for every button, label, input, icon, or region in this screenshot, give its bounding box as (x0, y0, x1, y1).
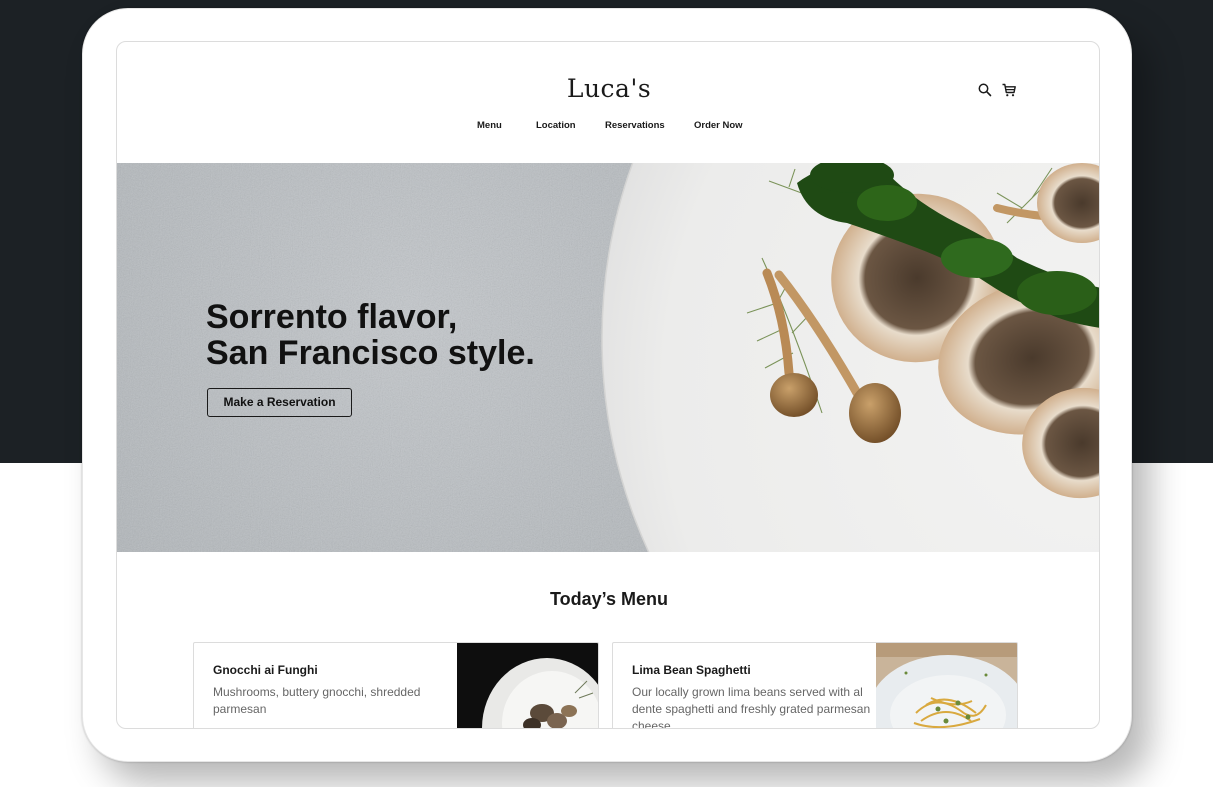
menu-item-description: Our locally grown lima beans served with… (632, 685, 871, 729)
cart-icon[interactable] (1001, 82, 1017, 98)
website-screen: Luca's Menu Location Reservations Order … (116, 41, 1100, 729)
hero-banner: Sorrento flavor, San Francisco style. Ma… (117, 163, 1099, 552)
search-icon[interactable] (977, 82, 993, 98)
menu-card-lima-bean-spaghetti[interactable]: Lima Bean Spaghetti Our locally grown li… (612, 642, 1018, 729)
hero-headline-line-2: San Francisco style. (206, 334, 535, 372)
site-logo[interactable]: Luca's (117, 74, 1099, 103)
spaghetti-dish-image (876, 643, 1017, 728)
nav-order-now[interactable]: Order Now (694, 120, 743, 131)
menu-item-name: Lima Bean Spaghetti (632, 663, 751, 677)
hero-headline: Sorrento flavor, San Francisco style. (206, 299, 626, 371)
main-nav: Menu Location Reservations Order Now (117, 120, 1099, 134)
gnocchi-dish-image (457, 643, 598, 728)
menu-item-description: Mushrooms, buttery gnocchi, shredded par… (213, 685, 421, 716)
nav-location[interactable]: Location (536, 120, 576, 131)
nav-reservations[interactable]: Reservations (605, 120, 665, 131)
menu-section-title: Today’s Menu (549, 589, 668, 609)
make-reservation-button[interactable]: Make a Reservation (207, 388, 352, 417)
menu-item-name: Gnocchi ai Funghi (213, 663, 318, 677)
hero-headline-line-1: Sorrento flavor, (206, 298, 458, 336)
nav-menu[interactable]: Menu (477, 120, 502, 131)
menu-card-gnocchi[interactable]: Gnocchi ai Funghi Mushrooms, buttery gno… (193, 642, 599, 728)
